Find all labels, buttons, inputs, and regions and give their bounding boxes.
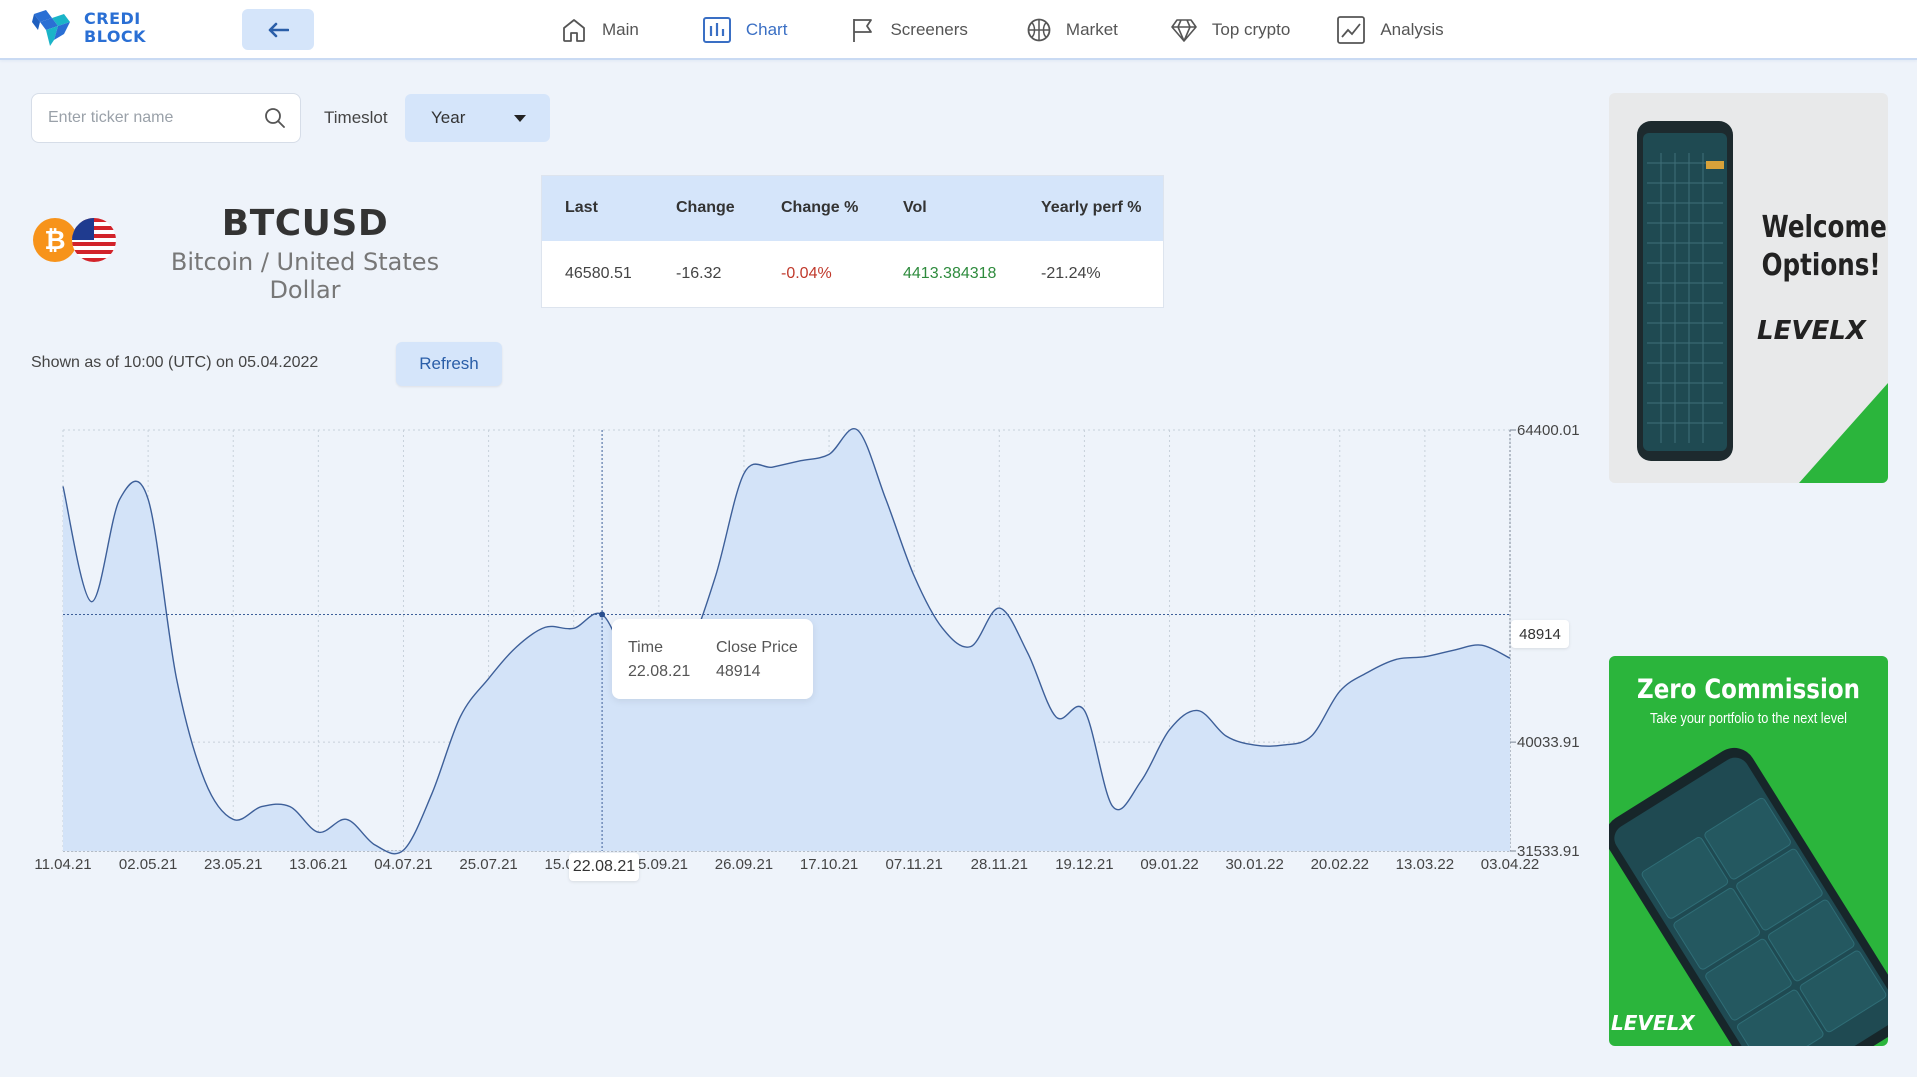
crosshair-point: [599, 611, 606, 618]
nav-item-market[interactable]: Market: [1026, 17, 1118, 43]
nav-item-top-crypto[interactable]: Top crypto: [1170, 17, 1290, 43]
x-tick-label: 07.11.21: [886, 856, 943, 873]
stats-value-last: 46580.51: [565, 265, 632, 282]
line-chart-icon: [1337, 16, 1366, 44]
ticker-coin-icons: ₿: [33, 218, 116, 262]
basketball-icon: [1027, 18, 1051, 42]
logo-line-1: CREDI: [84, 9, 141, 28]
bar-chart-icon: [702, 17, 731, 43]
nav-label-main: Main: [602, 20, 639, 39]
stats-value-change: -16.32: [676, 265, 722, 282]
logo-text: CREDI BLOCK: [84, 10, 146, 46]
x-tick-label: 02.05.21: [119, 856, 177, 873]
stats-header-last: Last: [565, 199, 598, 216]
stats-header-row: Last Change Change % Vol Yearly perf %: [542, 176, 1163, 241]
svg-text:₿: ₿: [44, 225, 65, 255]
home-icon: [563, 19, 585, 42]
nav-item-analysis[interactable]: Analysis: [1336, 15, 1444, 45]
data-timestamp: Shown as of 10:00 (UTC) on 05.04.2022: [31, 354, 319, 371]
ticker-symbol: BTCUSD: [221, 203, 389, 244]
x-tick-label: 28.11.21: [971, 856, 1028, 873]
stats-value-change-pct: -0.04%: [781, 265, 832, 282]
ad-banner-zero-commission[interactable]: Zero Commission Take your portfolio to t…: [1609, 656, 1888, 1046]
x-tick-label: 23.05.21: [204, 856, 262, 873]
nav-label-top-crypto: Top crypto: [1211, 20, 1291, 39]
chevron-down-icon: [514, 115, 526, 122]
crosshair-x-label: 22.08.21: [569, 853, 639, 881]
nav-label-market: Market: [1065, 20, 1118, 39]
logo-line-2: BLOCK: [84, 27, 147, 46]
stats-table: Last Change Change % Vol Yearly perf % 4…: [541, 175, 1164, 308]
nav-label-analysis: Analysis: [1380, 20, 1444, 39]
x-tick-label: 17.10.21: [800, 856, 858, 873]
tooltip-time-label: Time: [628, 639, 663, 656]
phone-mockup-image: [1637, 121, 1888, 483]
diamond-icon: [1171, 19, 1197, 42]
top-navigation-bar: CREDI BLOCK Main Chart Screeners Market …: [0, 0, 1917, 60]
x-tick-label: 09.01.22: [1140, 856, 1198, 873]
search-icon[interactable]: [264, 107, 286, 129]
tooltip-price-label: Close Price: [716, 639, 798, 656]
ad-banner-options[interactable]: Welcome Options! LEVELX: [1609, 93, 1888, 483]
arrow-left-icon: [268, 22, 289, 37]
x-tick-label: 19.12.21: [1055, 856, 1113, 873]
credi-block-logo[interactable]: CREDI BLOCK: [30, 8, 146, 48]
nav-label-chart: Chart: [745, 20, 788, 39]
x-tick-label: 25.07.21: [459, 856, 517, 873]
x-tick-label: 20.02.22: [1311, 856, 1369, 873]
us-flag-icon: [72, 218, 116, 262]
x-tick-label: 11.04.21: [34, 856, 91, 873]
ad1-brand-logo: LEVELX: [1757, 316, 1866, 346]
chart-tooltip: Time Close Price 22.08.21 48914: [612, 619, 813, 699]
x-tick-label: 26.09.21: [715, 856, 773, 873]
crosshair-y-label: 48914: [1511, 620, 1569, 648]
x-tick-label: 13.03.22: [1396, 856, 1454, 873]
x-axis-ticks: 11.04.21 02.05.21 23.05.21 13.06.21 04.07.21…: [34, 856, 1539, 873]
logo-mark-icon: [32, 10, 70, 46]
stats-value-vol: 4413.384318: [903, 265, 997, 282]
stats-value-yearly-perf: -21.24%: [1041, 265, 1101, 282]
nav-label-screeners: Screeners: [890, 20, 968, 39]
y-tick-label: 64400.01: [1517, 422, 1580, 439]
ad1-headline-line-1: Welcome: [1761, 210, 1887, 245]
stats-value-row: 46580.51 -16.32 -0.04% 4413.384318 -21.2…: [542, 241, 1163, 308]
y-tick-label: 31533.91: [1517, 843, 1580, 860]
back-button[interactable]: [242, 9, 314, 50]
ad1-headline: Welcome Options!: [1761, 209, 1887, 285]
ticker-search-input[interactable]: [48, 109, 248, 127]
x-tick-label: 13.06.21: [289, 856, 347, 873]
main-navigation: Main Chart Screeners Market Top crypto A…: [560, 12, 1444, 48]
stats-header-change-pct: Change %: [781, 199, 859, 216]
stats-header-yearly-perf: Yearly perf %: [1041, 199, 1142, 216]
refresh-button[interactable]: Refresh: [396, 342, 502, 386]
timeslot-label: Timeslot: [324, 108, 388, 127]
stats-header-change: Change: [676, 199, 735, 216]
tooltip-price-value: 48914: [716, 663, 761, 680]
ad1-headline-line-2: Options!: [1761, 248, 1881, 283]
nav-item-screeners[interactable]: Screeners: [850, 16, 968, 44]
timeslot-value: Year: [431, 108, 466, 127]
nav-item-main[interactable]: Main: [560, 16, 639, 44]
ticker-full-name: Bitcoin / United States Dollar: [170, 248, 440, 304]
nav-item-chart[interactable]: Chart: [702, 16, 788, 44]
tooltip-time-value: 22.08.21: [628, 663, 691, 680]
x-tick-label: 04.07.21: [374, 856, 432, 873]
ticker-search: [31, 93, 301, 143]
stats-header-vol: Vol: [903, 199, 927, 216]
ad2-brand-logo: LEVELX: [1611, 1011, 1695, 1035]
timeslot-select[interactable]: Year: [405, 94, 550, 142]
bitcoin-icon: ₿: [33, 218, 77, 262]
flag-icon: [853, 19, 873, 42]
ticker-header: BTCUSD Bitcoin / United States Dollar: [140, 203, 470, 304]
phone-mockup-image: [1609, 747, 1888, 1046]
y-tick-label: 40033.91: [1517, 734, 1580, 751]
x-tick-label: 30.01.22: [1225, 856, 1283, 873]
